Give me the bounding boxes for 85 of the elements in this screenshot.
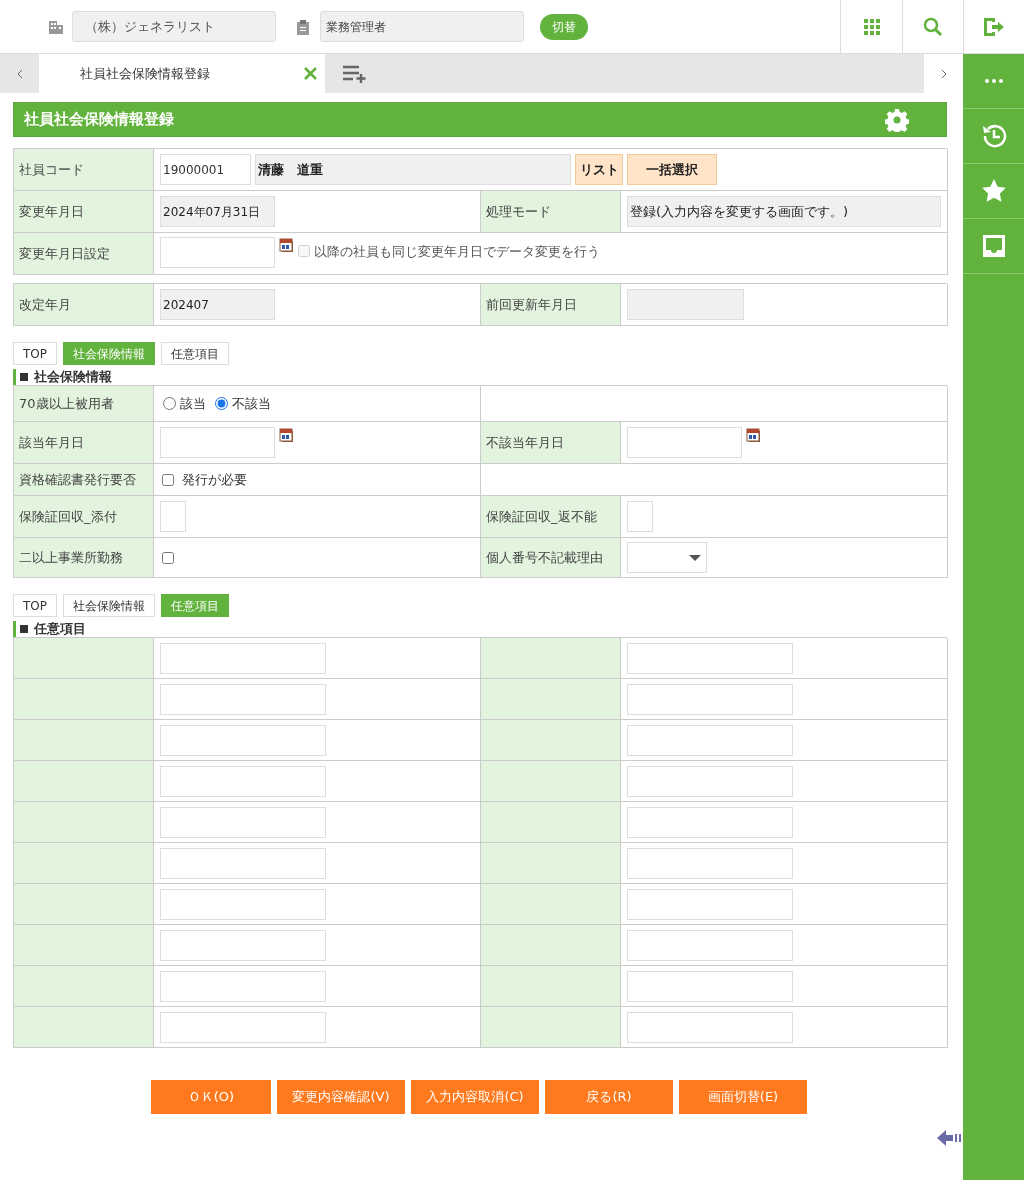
bulk-select-button[interactable]: 一括選択	[627, 154, 717, 185]
text-input-field[interactable]	[627, 970, 793, 1002]
checkbox[interactable]	[162, 473, 174, 486]
input-field[interactable]	[627, 501, 653, 532]
star-icon[interactable]	[980, 178, 1007, 204]
tab[interactable]: 社員社会保険情報登録	[39, 54, 325, 93]
text-input-field[interactable]	[627, 642, 793, 674]
text-input-field[interactable]	[160, 642, 326, 674]
logout-icon[interactable]	[983, 16, 1005, 37]
section-title: 社会保険情報	[34, 368, 112, 387]
inbox-icon[interactable]	[980, 233, 1007, 259]
anchor-tab[interactable]: TOP	[13, 342, 57, 365]
section-title: 任意項目	[34, 620, 86, 639]
chevron-right-icon[interactable]	[940, 68, 947, 79]
field-label: 保険証回収_返不能	[486, 507, 597, 526]
date-input-field[interactable]	[627, 427, 742, 458]
radio-label: 該当	[180, 394, 206, 413]
field-label: 前回更新年月日	[486, 295, 577, 314]
clipboard-icon	[296, 18, 310, 35]
text-input-field[interactable]	[627, 683, 793, 715]
field-label: 該当年月日	[19, 433, 84, 452]
text-input-field[interactable]	[627, 806, 793, 838]
field-label: 社員コード	[19, 160, 84, 179]
dropdown[interactable]	[627, 542, 707, 573]
building-icon	[48, 18, 64, 35]
date-input-field[interactable]	[160, 427, 275, 458]
text-input-field[interactable]	[627, 724, 793, 756]
field-label: 改定年月	[19, 295, 71, 314]
list-button[interactable]: リスト	[575, 154, 623, 185]
text-input-field[interactable]	[160, 847, 326, 879]
text-input-field[interactable]	[627, 929, 793, 961]
employee-name-field: 清藤 道重	[255, 154, 571, 185]
add-list-icon[interactable]	[343, 64, 367, 83]
date-input-field[interactable]	[160, 237, 275, 268]
chevron-left-icon[interactable]	[16, 68, 23, 79]
text-input-field[interactable]	[160, 765, 326, 797]
close-icon[interactable]	[304, 67, 317, 80]
page-title: 社員社会保険情報登録	[24, 109, 174, 131]
company-field[interactable]: （株）ジェネラリスト	[72, 11, 276, 42]
field-label: 保険証回収_添付	[19, 507, 117, 526]
checkbox-label: 発行が必要	[182, 470, 247, 489]
text-input-field[interactable]	[160, 1011, 326, 1043]
square-icon	[20, 373, 28, 381]
dropdown-arrow-icon	[689, 554, 701, 561]
checkbox-label: 以降の社員も同じ変更年月日でデータ変更を行う	[314, 243, 600, 261]
text-input-field[interactable]	[160, 806, 326, 838]
mode-field: 登録(入力内容を変更する画面です。)	[627, 196, 941, 227]
calendar-icon[interactable]	[746, 427, 761, 442]
revision-field: 202407	[160, 289, 275, 320]
text-input-field[interactable]	[627, 1011, 793, 1043]
square-icon	[20, 625, 28, 633]
anchor-tab[interactable]: 任意項目	[161, 342, 229, 365]
text-input-field[interactable]	[160, 683, 326, 715]
text-input-field[interactable]	[627, 888, 793, 920]
text-input-field[interactable]	[627, 765, 793, 797]
anchor-tab[interactable]: TOP	[13, 594, 57, 617]
calendar-icon[interactable]	[279, 427, 294, 442]
calendar-icon[interactable]	[279, 237, 294, 252]
field-label: 70歳以上被用者	[19, 394, 114, 413]
more-icon[interactable]	[984, 79, 1003, 83]
back-arrow-icon[interactable]	[937, 1129, 963, 1147]
field-label: 処理モード	[486, 202, 551, 221]
app-grid-icon[interactable]	[863, 18, 880, 35]
text-input-field[interactable]	[160, 888, 326, 920]
radio-button[interactable]	[163, 397, 176, 410]
field-label: 変更年月日	[19, 202, 84, 221]
settings-icon[interactable]	[885, 107, 909, 132]
input-field[interactable]	[160, 501, 186, 532]
checkbox[interactable]	[162, 551, 174, 564]
text-input-field[interactable]	[627, 847, 793, 879]
field-label: 二以上事業所勤務	[19, 548, 123, 567]
field-label: 変更年月日設定	[19, 244, 110, 263]
field-label: 不該当年月日	[486, 433, 564, 452]
radio-button[interactable]	[215, 397, 228, 410]
employee-code-field[interactable]: 19000001	[160, 154, 251, 185]
role-field[interactable]: 業務管理者	[320, 11, 524, 42]
text-input-field[interactable]	[160, 970, 326, 1002]
search-icon[interactable]	[923, 16, 943, 37]
radio-label: 不該当	[232, 394, 271, 413]
text-input-field[interactable]	[160, 929, 326, 961]
text-input-field[interactable]	[160, 724, 326, 756]
field-label: 個人番号不記載理由	[486, 548, 603, 567]
anchor-tab[interactable]: 社会保険情報	[63, 594, 155, 617]
field-label: 資格確認書発行要否	[19, 470, 136, 489]
date-field: 2024年07月31日	[160, 196, 275, 227]
